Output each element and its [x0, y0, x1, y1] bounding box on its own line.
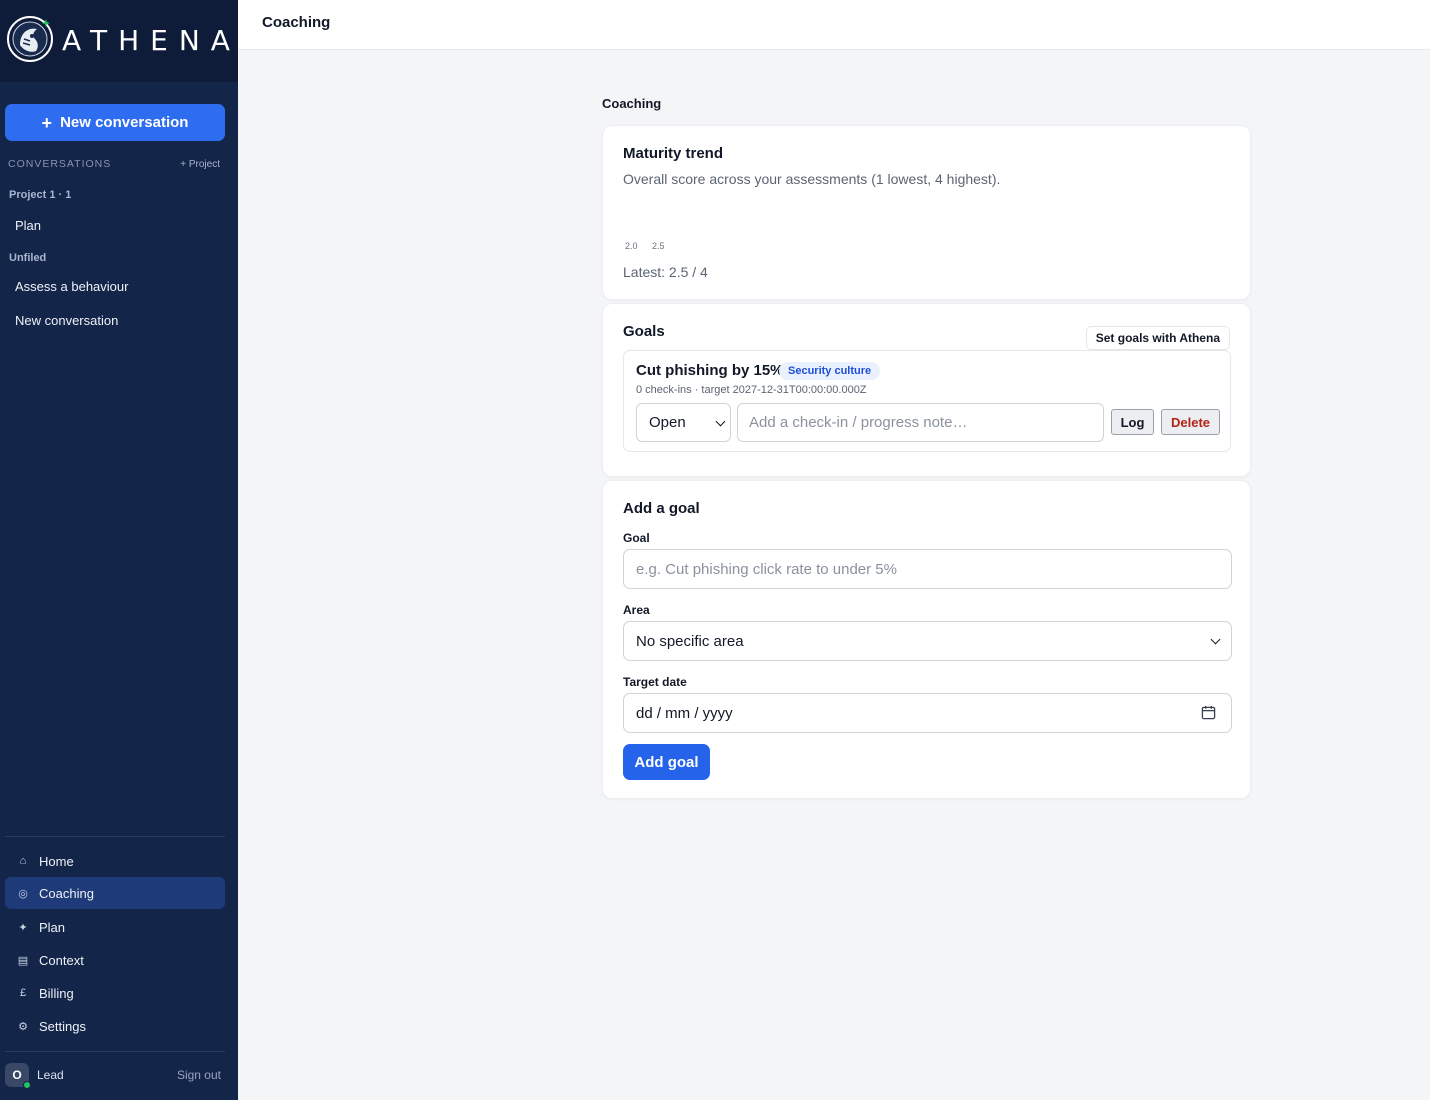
add-goal-card: Add a goal Goal Area No specific area Ta…	[602, 480, 1251, 799]
conversation-group-project: Project 1 · 1	[9, 189, 72, 201]
delete-button[interactable]: Delete	[1161, 409, 1220, 435]
goals-title: Goals	[623, 323, 665, 340]
avatar[interactable]: O	[5, 1063, 31, 1089]
goal-title: Cut phishing by 15%	[636, 362, 784, 379]
settings-icon: ⚙	[18, 1020, 28, 1033]
conversations-header: CONVERSATIONS + Project	[8, 158, 220, 170]
billing-icon: £	[19, 987, 27, 999]
nav-billing-label: Billing	[39, 985, 74, 1001]
nav-settings[interactable]: ⚙ Settings	[5, 1010, 225, 1042]
target-date-input[interactable]: dd / mm / yyyy	[623, 693, 1232, 733]
sidebar: ATHENA + New conversation CONVERSATIONS …	[0, 0, 238, 1100]
plan-icon: ✦	[18, 921, 28, 934]
nav-coaching-label: Coaching	[39, 885, 94, 901]
user-panel: O Lead Sign out	[5, 1062, 225, 1089]
conversation-item-new[interactable]: New conversation	[5, 305, 225, 335]
trend-point-label: 2.5	[652, 241, 665, 251]
calendar-icon[interactable]	[1201, 705, 1216, 720]
user-divider	[5, 1051, 225, 1052]
goal-input[interactable]	[623, 549, 1232, 589]
plus-icon: +	[41, 112, 53, 133]
nav-context-label: Context	[39, 952, 84, 968]
nav-divider	[5, 836, 225, 837]
nav-plan[interactable]: ✦ Plan	[5, 911, 225, 943]
sign-out-link[interactable]: Sign out	[177, 1068, 221, 1082]
conversations-label: CONVERSATIONS	[8, 158, 112, 170]
target-date-placeholder: dd / mm / yyyy	[636, 704, 733, 722]
user-role: Lead	[37, 1068, 64, 1082]
context-icon: ▤	[17, 954, 29, 967]
set-goals-with-athena-button[interactable]: Set goals with Athena	[1085, 326, 1230, 350]
home-icon: ⌂	[19, 855, 27, 867]
nav-home[interactable]: ⌂ Home	[5, 845, 225, 877]
conversation-item-assess[interactable]: Assess a behaviour	[5, 271, 225, 301]
add-goal-title: Add a goal	[623, 500, 700, 517]
nav-billing[interactable]: £ Billing	[5, 977, 225, 1009]
nav-settings-label: Settings	[39, 1018, 86, 1034]
log-button[interactable]: Log	[1111, 409, 1154, 435]
maturity-latest-score: Latest: 2.5 / 4	[623, 264, 708, 280]
top-bar: Coaching	[238, 0, 1430, 50]
target-date-label: Target date	[623, 675, 687, 689]
online-status-icon	[23, 1081, 31, 1089]
avatar-initial: O	[12, 1068, 22, 1082]
header-title: Coaching	[262, 14, 331, 31]
goal-field-label: Goal	[623, 531, 650, 545]
page-title: Coaching	[602, 96, 662, 111]
brand-header: ATHENA	[0, 0, 238, 82]
nav-coaching[interactable]: ◎ Coaching	[5, 877, 225, 909]
new-conversation-label: New conversation	[60, 114, 189, 131]
goals-card: Goals Set goals with Athena Cut phishing…	[602, 303, 1251, 477]
chevron-down-icon	[715, 416, 726, 427]
area-select[interactable]: No specific area	[623, 621, 1232, 661]
area-field-label: Area	[623, 603, 650, 617]
goal-status-value: Open	[649, 414, 686, 431]
goal-area-badge: Security culture	[779, 362, 881, 380]
conversation-item-plan[interactable]: Plan	[5, 210, 225, 240]
maturity-trend-title: Maturity trend	[623, 145, 724, 162]
maturity-trend-subtitle: Overall score across your assessments (1…	[623, 171, 1001, 187]
checkin-input[interactable]	[737, 403, 1104, 442]
maturity-trend-card: Maturity trend Overall score across your…	[602, 125, 1251, 300]
new-conversation-button[interactable]: + New conversation	[5, 104, 225, 141]
conversation-group-unfiled: Unfiled	[9, 252, 47, 264]
add-project-link[interactable]: + Project	[180, 159, 220, 170]
brand-name: ATHENA	[62, 24, 241, 57]
goal-item: Cut phishing by 15% Security culture 0 c…	[623, 350, 1231, 452]
add-goal-button[interactable]: Add goal	[623, 744, 710, 780]
goal-status-select[interactable]: Open	[636, 403, 731, 442]
trend-point-label: 2.0	[625, 241, 638, 251]
nav-context[interactable]: ▤ Context	[5, 944, 225, 976]
nav-plan-label: Plan	[39, 919, 66, 935]
area-select-value: No specific area	[636, 632, 744, 650]
chevron-down-icon	[1210, 634, 1221, 645]
nav-home-label: Home	[39, 853, 74, 869]
coaching-icon: ◎	[18, 887, 28, 900]
athena-logo-icon	[7, 16, 53, 62]
goal-meta: 0 check-ins · target 2027-12-31T00:00:00…	[636, 384, 867, 396]
